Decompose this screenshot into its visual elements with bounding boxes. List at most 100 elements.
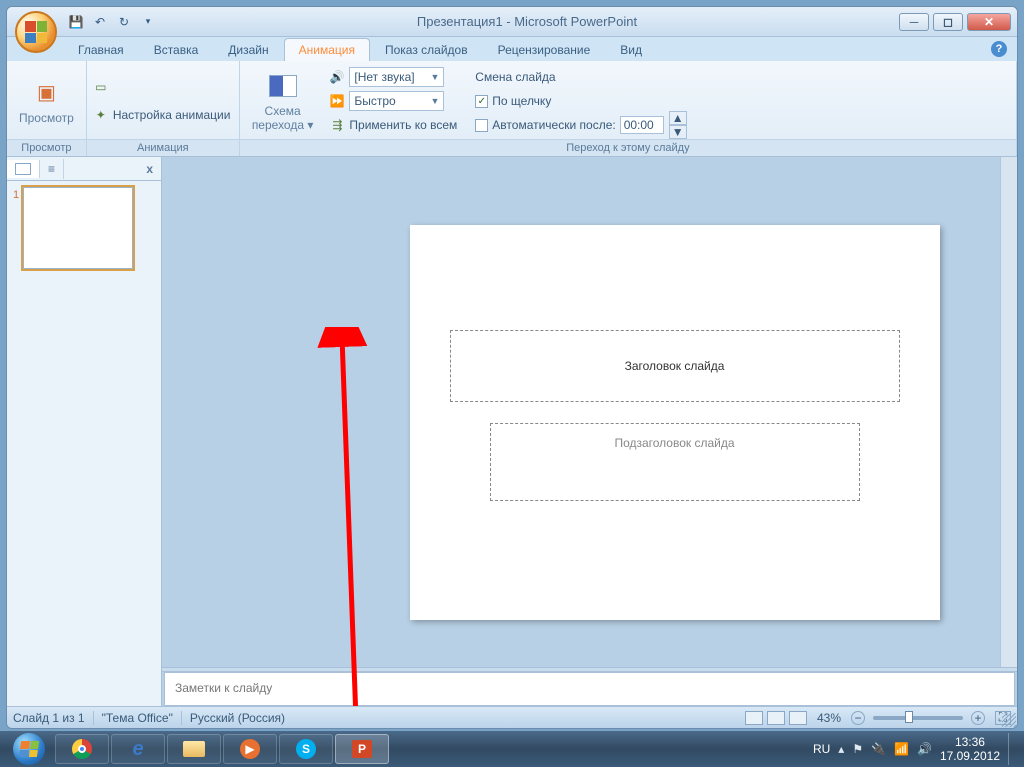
animate-dropdown[interactable]: ▭ [93,76,233,98]
nav-tabs: ≡ x [7,157,161,181]
help-icon[interactable]: ? [991,41,1007,57]
vertical-scrollbar[interactable] [1000,157,1017,667]
tab-home[interactable]: Главная [63,38,139,61]
office-logo-icon [25,21,47,43]
qat-more-icon[interactable]: ▾ [139,13,157,31]
nav-tab-slides[interactable] [7,160,40,178]
time-spin-up[interactable]: ▲ [669,111,687,125]
close-button[interactable]: ✕ [967,13,1011,31]
status-language[interactable]: Русский (Россия) [190,711,285,725]
system-tray: RU ▴ ⚑ 🔌 📶 🔊 13:36 17.09.2012 [813,733,1020,765]
tray-power-icon[interactable]: 🔌 [871,742,886,756]
workspace: ≡ x 1 Заголовок слайда Подзаголовок сла [7,157,1017,706]
slide[interactable]: Заголовок слайда Подзаголовок слайда [410,225,940,620]
group-label-animation: Анимация [87,139,239,156]
apply-to-all-button[interactable]: ⇶ Применить ко всем [329,114,457,136]
notes-pane[interactable]: Заметки к слайду [164,672,1015,706]
window-title: Презентация1 - Microsoft PowerPoint [157,14,897,29]
zoom-out-button[interactable]: − [851,711,865,725]
title-bar[interactable]: 💾 ↶ ↻ ▾ Презентация1 - Microsoft PowerPo… [7,7,1017,37]
tab-animation[interactable]: Анимация [284,38,370,61]
tab-slideshow[interactable]: Показ слайдов [370,38,483,61]
custom-animation-button[interactable]: ✦ Настройка анимации [93,104,231,126]
status-theme: "Тема Office" [102,711,173,725]
clock-time: 13:36 [940,735,1000,749]
ribbon-group-transition: Схема перехода ▾ 🔊 [Нет звука]▼ ⏩ Быстро… [240,61,1017,156]
powerpoint-window: 💾 ↶ ↻ ▾ Презентация1 - Microsoft PowerPo… [6,6,1018,729]
auto-after-time[interactable]: 00:00 [620,116,664,134]
show-desktop-button[interactable] [1008,733,1016,765]
tab-insert[interactable]: Вставка [139,38,214,61]
sorter-view-button[interactable] [767,711,785,725]
transition-scheme-button[interactable]: Схема перехода ▾ [246,66,320,136]
title-text: Заголовок слайда [625,359,725,373]
scheme-label-1: Схема [265,104,301,118]
save-icon[interactable]: 💾 [67,13,85,31]
nav-close-button[interactable]: x [138,162,161,176]
apply-all-icon: ⇶ [329,117,345,133]
tray-clock[interactable]: 13:36 17.09.2012 [940,735,1000,764]
zoom-in-button[interactable]: + [971,711,985,725]
group-label-transition: Переход к этому слайду [240,139,1016,156]
subtitle-placeholder[interactable]: Подзаголовок слайда [490,423,860,501]
window-controls: ─ ◻ ✕ [897,9,1013,35]
ie-icon: e [132,738,143,761]
transition-sound-combo[interactable]: [Нет звука]▼ [349,67,444,87]
redo-icon[interactable]: ↻ [115,13,133,31]
zoom-percent[interactable]: 43% [817,711,841,725]
taskbar-chrome[interactable] [55,734,109,764]
tray-volume-icon[interactable]: 🔊 [917,742,932,756]
skype-icon: S [296,739,316,759]
tab-review[interactable]: Рецензирование [483,38,606,61]
subtitle-text: Подзаголовок слайда [614,436,734,450]
taskbar-media[interactable]: ▶ [223,734,277,764]
minimize-button[interactable]: ─ [899,13,929,31]
undo-icon[interactable]: ↶ [91,13,109,31]
title-placeholder[interactable]: Заголовок слайда [450,330,900,402]
office-button[interactable] [15,11,57,53]
powerpoint-icon: P [352,740,372,758]
tab-view[interactable]: Вид [605,38,657,61]
taskbar-skype[interactable]: S [279,734,333,764]
taskbar-powerpoint[interactable]: P [335,734,389,764]
auto-after-checkbox[interactable] [475,119,488,132]
ribbon-tabs: Главная Вставка Дизайн Анимация Показ сл… [7,37,1017,61]
thumb-row-1: 1 [13,187,155,269]
on-click-label: По щелчку [492,94,551,108]
tray-network-icon[interactable]: 📶 [894,742,909,756]
zoom-slider[interactable] [873,716,963,720]
taskbar-ie[interactable]: e [111,734,165,764]
on-click-checkbox[interactable]: ✓ [475,95,488,108]
tray-up-icon[interactable]: ▴ [838,742,844,756]
outline-tab-icon: ≡ [48,162,55,176]
preview-icon: ▣ [30,77,62,109]
slides-panel: ≡ x 1 [7,157,162,706]
taskbar: e ▶ S P RU ▴ ⚑ 🔌 📶 🔊 13:36 17.09.2012 [0,731,1024,767]
transition-speed-combo[interactable]: Быстро▼ [349,91,444,111]
preview-button[interactable]: ▣ Просмотр [13,66,80,136]
tray-language[interactable]: RU [813,742,830,756]
tray-flag-icon[interactable]: ⚑ [852,742,863,756]
slide-thumbnail-1[interactable] [23,187,133,269]
speed-icon: ⏩ [329,93,345,109]
ribbon: ▣ Просмотр Просмотр ▭ ✦ Настройка анимац… [7,61,1017,157]
taskbar-explorer[interactable] [167,734,221,764]
status-bar: Слайд 1 из 1 "Тема Office" Русский (Росс… [7,706,1017,728]
sound-value: [Нет звука] [354,70,414,84]
nav-tab-outline[interactable]: ≡ [40,159,64,179]
apply-all-label: Применить ко всем [349,118,457,132]
animate-icon: ▭ [93,79,109,95]
normal-view-button[interactable] [745,711,763,725]
tab-design[interactable]: Дизайн [213,38,283,61]
resize-handle[interactable] [1002,713,1016,727]
zoom-thumb[interactable] [905,711,913,723]
slideshow-view-button[interactable] [789,711,807,725]
maximize-button[interactable]: ◻ [933,13,963,31]
thumb-number: 1 [13,187,19,269]
quick-access-toolbar: 💾 ↶ ↻ ▾ [67,13,157,31]
slide-canvas[interactable]: Заголовок слайда Подзаголовок слайда [162,157,1017,667]
time-spin-down[interactable]: ▼ [669,125,687,139]
transition-scheme-icon [267,70,299,102]
start-button[interactable] [4,731,54,767]
start-orb-icon [13,733,45,765]
